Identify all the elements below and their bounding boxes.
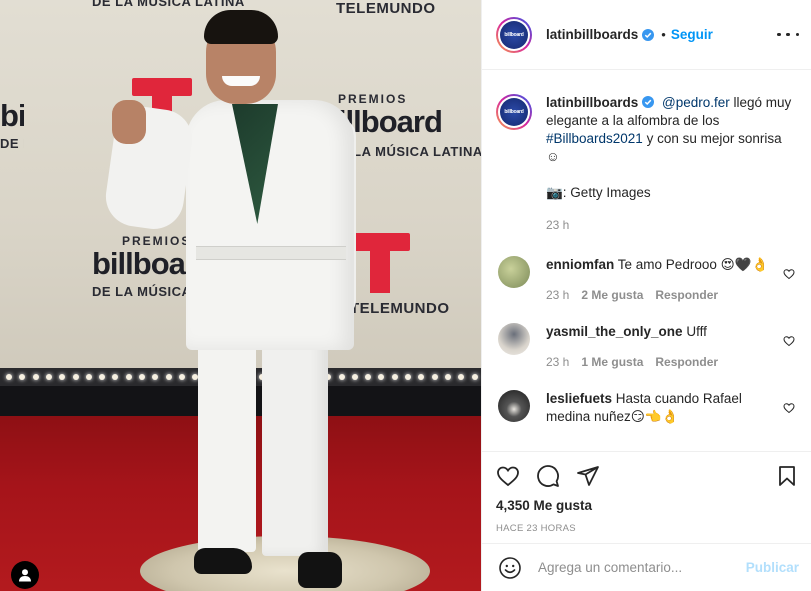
comment-item: enniomfan Te amo Pedrooo 😍🖤👌 23 h 2 Me gu… (496, 256, 797, 304)
comment-text: Ufff (686, 324, 707, 339)
post-header: billboard latinbillboards • Seguir (482, 0, 811, 70)
post-timestamp[interactable]: HACE 23 HORAS (496, 523, 799, 534)
commenter-avatar[interactable] (498, 323, 530, 355)
like-comment-heart-icon[interactable] (783, 335, 795, 347)
emoji-icon[interactable] (498, 556, 522, 580)
comment-time[interactable]: 23 h (546, 288, 569, 302)
like-comment-heart-icon[interactable] (783, 268, 795, 280)
post-photo[interactable]: DE LA MÚSICA LATINA TELEMUNDO billboard … (0, 0, 481, 591)
comment-likes[interactable]: 2 Me gusta (581, 288, 643, 302)
instagram-post-view: DE LA MÚSICA LATINA TELEMUNDO billboard … (0, 0, 811, 591)
comment-item: lesliefuets Hasta cuando Rafael medina n… (496, 390, 797, 426)
verified-badge-icon (642, 96, 655, 108)
header-username[interactable]: latinbillboards (546, 27, 638, 42)
comment-item: yasmil_the_only_one Ufff 23 h 1 Me gusta R… (496, 323, 797, 371)
caption-mention[interactable]: @pedro.fer (662, 95, 730, 110)
reply-button[interactable]: Responder (655, 355, 718, 369)
person-in-white-suit (0, 0, 481, 591)
comment-time[interactable]: 23 h (546, 355, 569, 369)
comment-username[interactable]: enniomfan (546, 257, 614, 272)
comment-username[interactable]: yasmil_the_only_one (546, 324, 683, 339)
post-caption: billboard latinbillboards @pedro.fer lle… (496, 94, 797, 234)
comment-input[interactable]: Agrega un comentario... (538, 560, 746, 575)
caption-avatar[interactable]: billboard (496, 94, 532, 130)
post-actions: 4,350 Me gusta HACE 23 HORAS (482, 451, 811, 543)
like-heart-icon[interactable] (496, 464, 520, 488)
comments-list[interactable]: billboard latinbillboards @pedro.fer lle… (482, 70, 811, 451)
tagged-users-button[interactable] (11, 561, 39, 589)
caption-credit: 📷: Getty Images (546, 185, 651, 200)
more-options-icon[interactable] (777, 32, 799, 37)
header-separator: • (661, 27, 666, 42)
caption-username[interactable]: latinbillboards (546, 95, 638, 110)
comment-composer: Agrega un comentario... Publicar (482, 543, 811, 591)
reply-button[interactable]: Responder (655, 288, 718, 302)
commenter-avatar[interactable] (498, 256, 530, 288)
follow-button[interactable]: Seguir (671, 27, 713, 42)
like-comment-heart-icon[interactable] (783, 402, 795, 414)
publish-button[interactable]: Publicar (746, 560, 799, 575)
comment-likes[interactable]: 1 Me gusta (581, 355, 643, 369)
comment-text: Te amo Pedrooo 😍🖤👌 (617, 257, 769, 272)
likes-count[interactable]: 4,350 Me gusta (496, 498, 799, 513)
comment-username[interactable]: lesliefuets (546, 391, 612, 406)
verified-badge-icon (642, 28, 655, 41)
caption-time[interactable]: 23 h (546, 218, 569, 232)
caption-hashtag[interactable]: #Billboards2021 (546, 131, 643, 146)
commenter-avatar[interactable] (498, 390, 530, 422)
comment-bubble-icon[interactable] (536, 464, 560, 488)
post-sidebar: billboard latinbillboards • Seguir billb… (481, 0, 811, 591)
share-paper-plane-icon[interactable] (576, 464, 600, 488)
user-icon (19, 569, 31, 582)
profile-avatar[interactable]: billboard (496, 16, 532, 53)
save-bookmark-icon[interactable] (775, 464, 799, 488)
